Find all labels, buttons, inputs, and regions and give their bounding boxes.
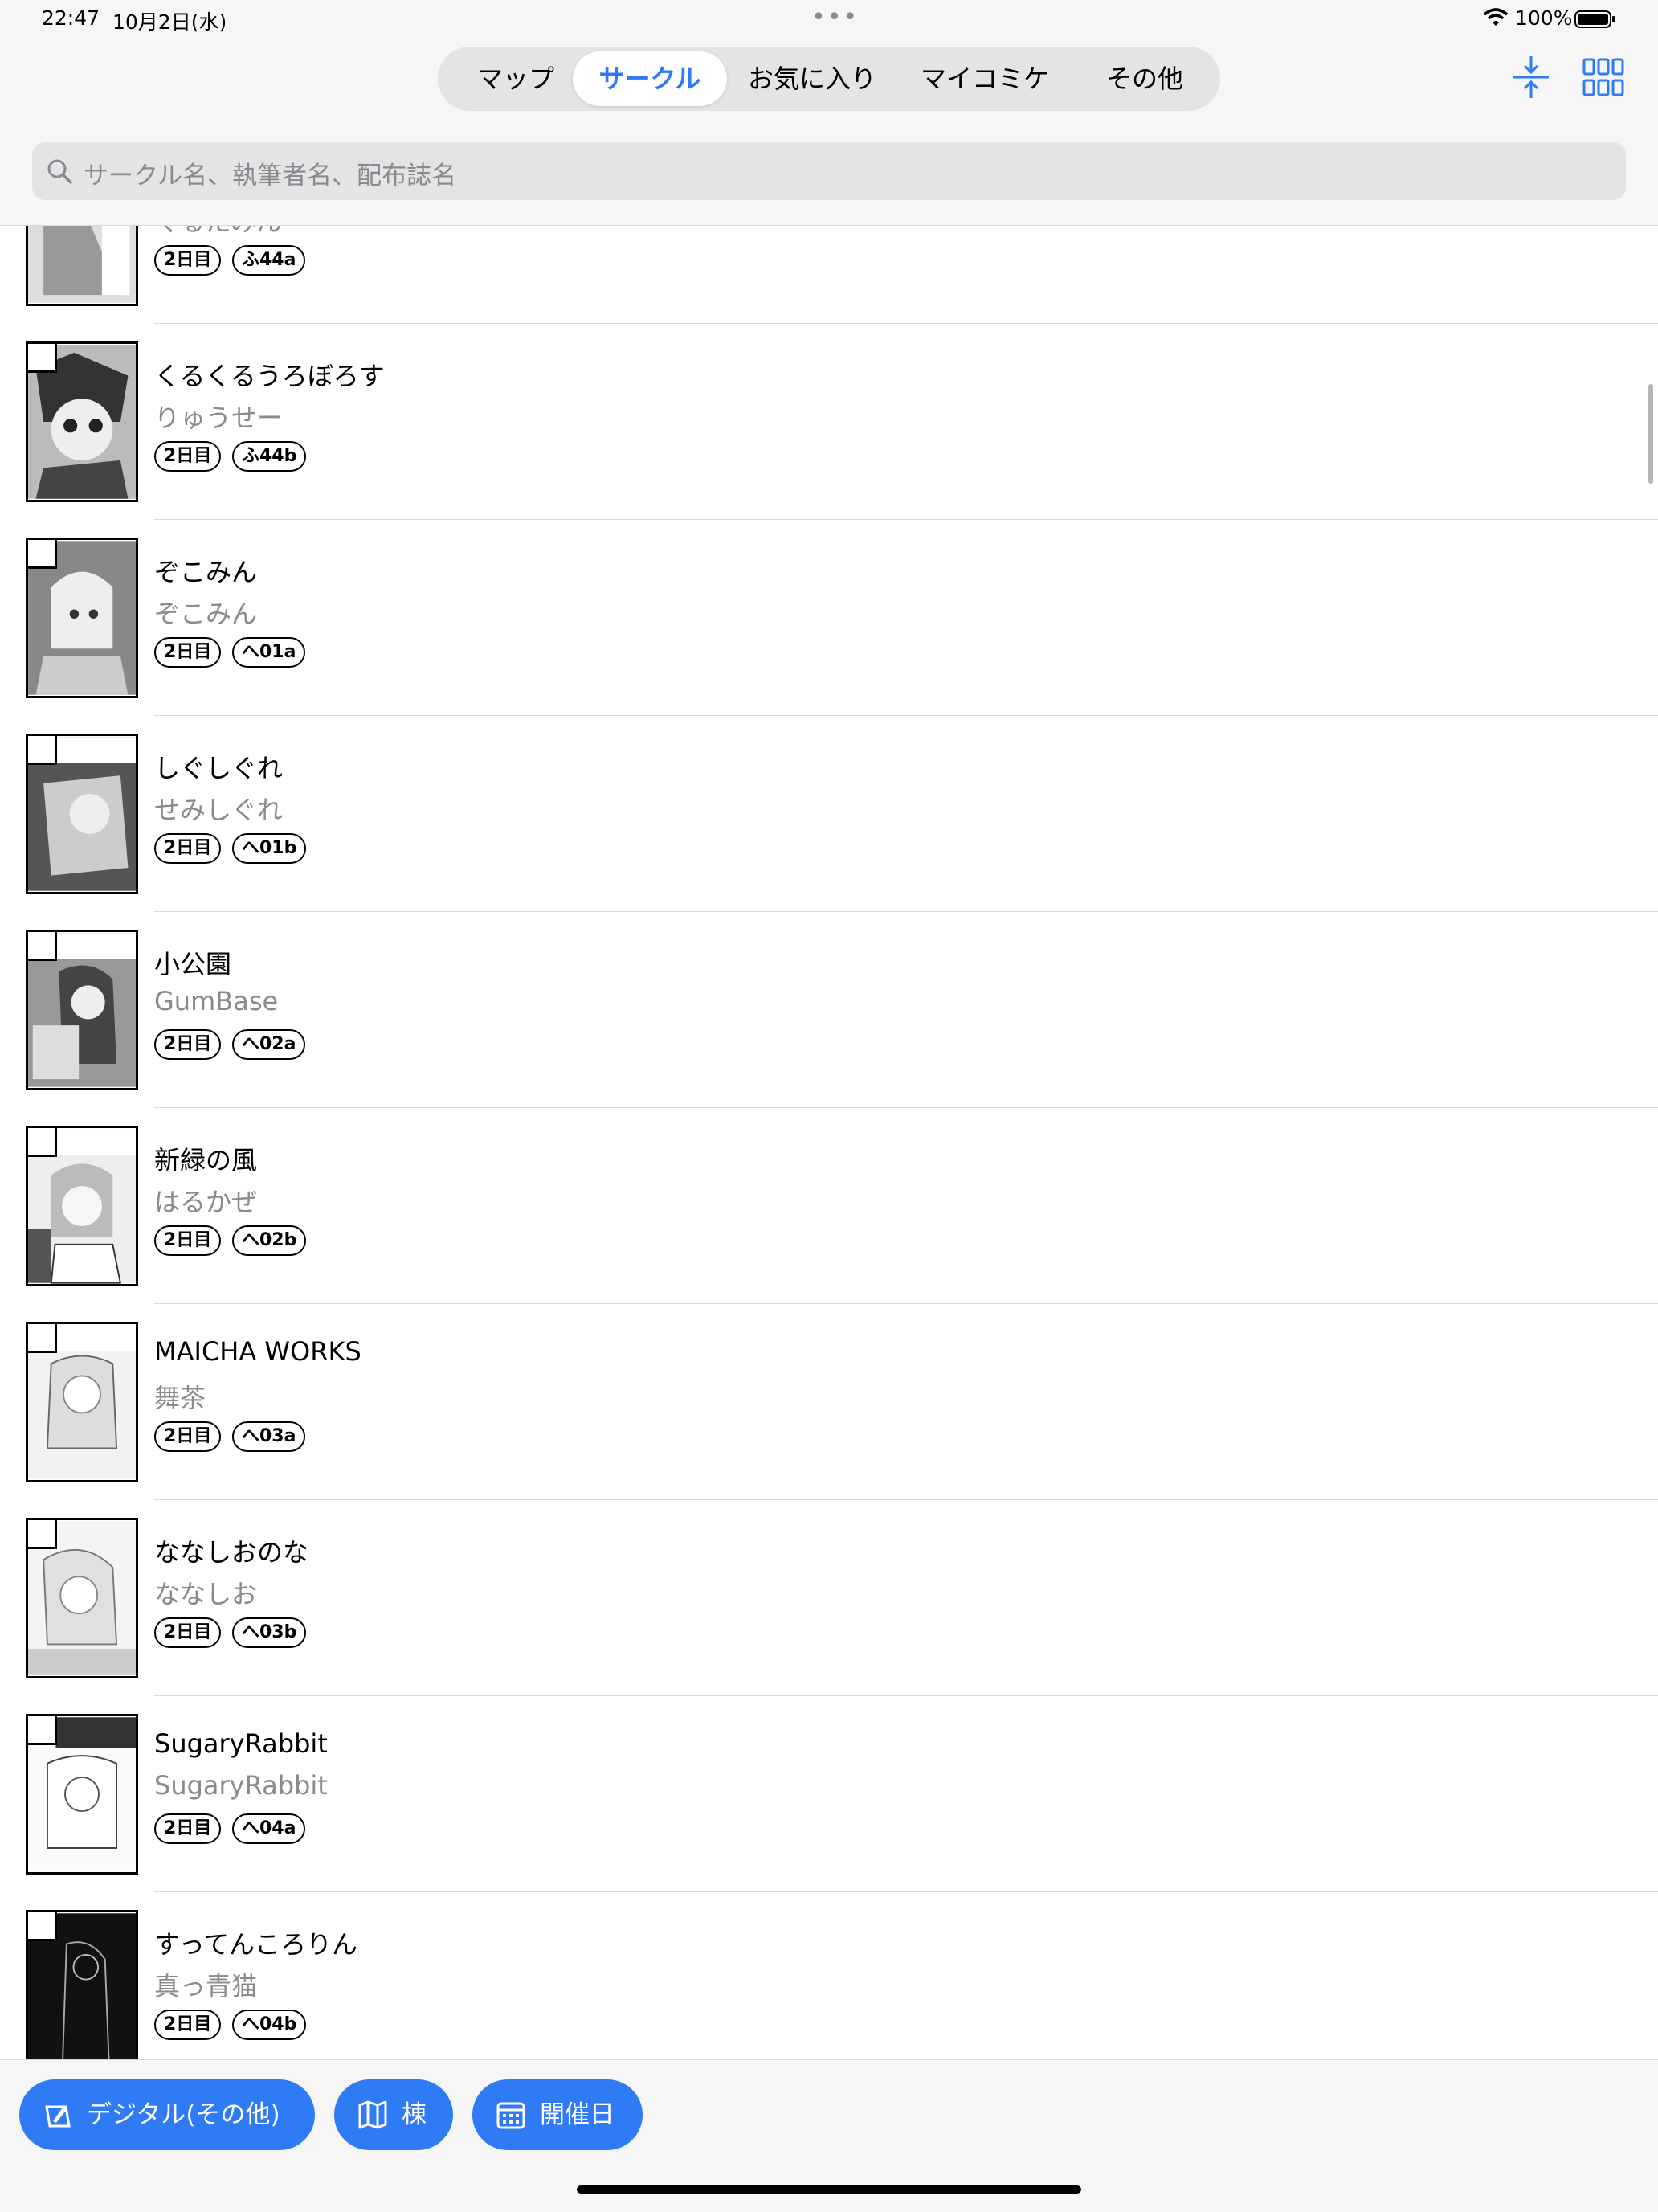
digital-filter-label: デジタル(その他) <box>87 2100 280 2129</box>
circle-name: しぐしぐれ <box>154 753 284 783</box>
list-item[interactable]: すってんころりん 真っ青猫 2日目 へ04b <box>0 1892 1658 2059</box>
tab-circle[interactable]: サークル <box>573 51 727 106</box>
calendar-icon <box>496 2102 525 2129</box>
tab-my-comiket[interactable]: マイコミケ <box>900 51 1069 106</box>
author-name: 真っ青猫 <box>154 1971 258 2001</box>
author-name: 舞茶 <box>154 1383 206 1413</box>
space-badge: へ03a <box>232 1421 306 1452</box>
checkbox[interactable] <box>28 1912 57 1941</box>
status-bar: 22:47 10月2日(水) ••• 100% <box>0 0 1658 39</box>
circle-cut-image <box>26 1322 138 1482</box>
circle-cut-image <box>26 226 138 306</box>
space-badge: へ02b <box>232 1225 307 1256</box>
space-badge: へ01b <box>232 833 307 864</box>
day-badge: 2日目 <box>154 833 222 864</box>
circle-cut-image <box>26 1910 138 2059</box>
space-badge: へ04b <box>232 2010 307 2040</box>
list-item[interactable]: ぐるたみん 2日目 ふ44a <box>0 226 1658 324</box>
circle-cut-image <box>26 1714 138 1875</box>
checkbox[interactable] <box>28 736 57 765</box>
multitasking-dots-icon[interactable]: ••• <box>811 3 859 31</box>
circle-name: 新緑の風 <box>154 1145 258 1176</box>
grid-icon[interactable] <box>1579 53 1627 101</box>
day-badge: 2日目 <box>154 441 222 472</box>
day-badge: 2日目 <box>154 637 222 668</box>
space-badge: へ01a <box>232 637 306 668</box>
pen-tablet-icon <box>45 2105 71 2128</box>
author-name: せみしぐれ <box>154 795 284 825</box>
circle-cut-image <box>26 341 138 502</box>
date-filter-label: 開催日 <box>540 2100 615 2129</box>
author-name: はるかぜ <box>154 1187 258 1217</box>
list-item[interactable]: 小公園 GumBase 2日目 へ02a <box>0 912 1658 1108</box>
day-badge: 2日目 <box>154 1617 222 1648</box>
circle-name: MAICHA WORKS <box>154 1336 361 1367</box>
circle-cut-image <box>26 1518 138 1678</box>
circle-name: SugaryRabbit <box>154 1728 328 1759</box>
checkbox[interactable] <box>28 1520 57 1549</box>
circle-name: すってんころりん <box>154 1929 358 1960</box>
circle-cut-image <box>26 734 138 894</box>
tab-favorites[interactable]: お気に入り <box>727 51 897 106</box>
circle-cut-image <box>26 930 138 1090</box>
status-time: 22:47 <box>42 6 100 30</box>
author-name: SugaryRabbit <box>154 1770 328 1801</box>
battery-icon <box>1574 10 1615 28</box>
checkbox[interactable] <box>28 1716 57 1745</box>
author-name: ぞこみん <box>154 599 258 629</box>
checkbox[interactable] <box>28 932 57 961</box>
circle-name: 小公園 <box>154 949 232 979</box>
circle-name: くるくるうろぼろす <box>154 361 385 391</box>
list-item[interactable]: くるくるうろぼろす りゅうせー 2日目 ふ44b <box>0 324 1658 520</box>
digital-filter-button[interactable]: デジタル(その他) <box>19 2079 315 2150</box>
space-badge: へ03b <box>232 1617 307 1648</box>
list-item[interactable]: しぐしぐれ せみしぐれ 2日目 へ01b <box>0 716 1658 912</box>
list-item[interactable]: ぞこみん ぞこみん 2日目 へ01a <box>0 520 1658 716</box>
author-name: GumBase <box>154 986 279 1016</box>
day-badge: 2日目 <box>154 2010 222 2040</box>
space-badge: ふ44a <box>232 245 306 276</box>
checkbox[interactable] <box>28 540 57 569</box>
wifi-icon <box>1483 8 1509 26</box>
search-icon <box>47 159 72 184</box>
checkbox[interactable] <box>28 1324 57 1353</box>
space-badge: へ02a <box>232 1029 306 1060</box>
tab-map[interactable]: マップ <box>444 51 587 106</box>
list-item[interactable]: 新緑の風 はるかぜ 2日目 へ02b <box>0 1108 1658 1304</box>
tab-other[interactable]: その他 <box>1072 51 1217 106</box>
day-badge: 2日目 <box>154 245 222 276</box>
checkbox[interactable] <box>28 1128 57 1157</box>
home-indicator[interactable] <box>577 2185 1081 2194</box>
space-badge: ふ44b <box>232 441 307 472</box>
circle-cut-image <box>26 1126 138 1286</box>
hall-filter-label: 棟 <box>402 2100 427 2129</box>
search-input[interactable]: サークル名、執筆者名、配布誌名 <box>32 142 1626 200</box>
circle-list[interactable]: ぐるたみん 2日目 ふ44a くるくるうろぼろす りゅうせー 2日目 ふ44b <box>0 226 1658 2059</box>
battery-percent: 100% <box>1515 6 1573 30</box>
compress-vertical-icon[interactable] <box>1507 53 1555 101</box>
day-badge: 2日目 <box>154 1029 222 1060</box>
search-placeholder: サークル名、執筆者名、配布誌名 <box>84 162 457 190</box>
list-item[interactable]: ななしおのな ななしお 2日目 へ03b <box>0 1500 1658 1696</box>
list-item[interactable]: SugaryRabbit SugaryRabbit 2日目 へ04a <box>0 1696 1658 1892</box>
tab-bar: マップ サークル お気に入り マイコミケ その他 <box>438 47 1220 111</box>
circle-cut-image <box>26 538 138 698</box>
author-name: ななしお <box>154 1579 258 1609</box>
hall-filter-button[interactable]: 棟 <box>334 2079 453 2150</box>
map-icon <box>358 2100 387 2129</box>
day-badge: 2日目 <box>154 1421 222 1452</box>
circle-name: ぞこみん <box>154 557 258 587</box>
day-badge: 2日目 <box>154 1225 222 1256</box>
circle-name: ななしおのな <box>154 1537 309 1568</box>
status-date: 10月2日(水) <box>112 10 227 34</box>
date-filter-button[interactable]: 開催日 <box>472 2079 643 2150</box>
author-name: りゅうせー <box>154 403 284 433</box>
day-badge: 2日目 <box>154 1813 222 1844</box>
scrollbar[interactable] <box>1648 384 1653 484</box>
list-item[interactable]: MAICHA WORKS 舞茶 2日目 へ03a <box>0 1304 1658 1500</box>
author-name: ぐるたみん <box>154 226 282 239</box>
checkbox[interactable] <box>28 344 57 373</box>
space-badge: へ04a <box>232 1813 306 1844</box>
